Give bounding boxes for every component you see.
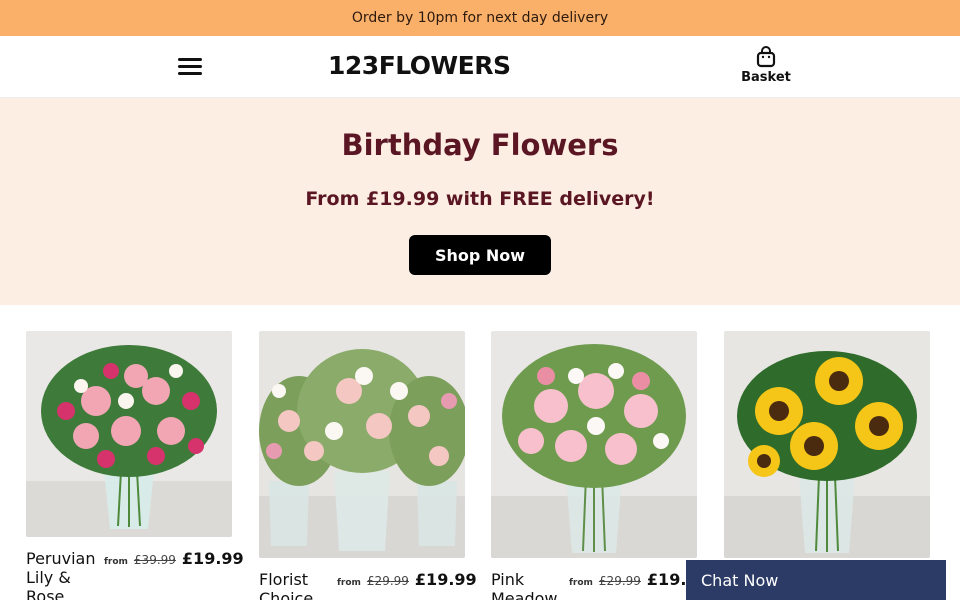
promo-text: Order by 10pm for next day delivery <box>351 10 609 26</box>
basket-button[interactable]: Basket <box>738 46 794 90</box>
chat-now-button[interactable]: Chat Now <box>686 560 946 600</box>
hero-banner: Birthday Flowers From £19.99 with FREE d… <box>0 98 960 305</box>
old-price: £39.99 <box>133 553 176 567</box>
product-name[interactable]: Pink Meadow <box>491 570 571 600</box>
site-header: 123 FLOWERS Basket <box>0 36 960 98</box>
hamburger-menu-icon[interactable] <box>178 56 204 78</box>
price-row: from £39.99 £19.99 <box>104 549 244 568</box>
shopping-bag-icon <box>756 46 776 68</box>
product-card[interactable]: Florist Choice from £29.99 £19.99 <box>259 305 477 600</box>
from-label: from <box>104 557 128 567</box>
product-image[interactable] <box>259 331 465 558</box>
current-price: £19.99 <box>181 549 244 568</box>
hero-title: Birthday Flowers <box>341 128 619 162</box>
from-label: from <box>569 578 593 588</box>
old-price: £29.99 <box>598 574 641 588</box>
logo-text: FLOWERS <box>378 50 511 80</box>
hero-subtitle: From £19.99 with FREE delivery! <box>305 188 655 210</box>
product-image[interactable] <box>724 331 930 558</box>
product-grid: Peruvian Lily & Rose from £39.99 £19.99 <box>0 305 960 600</box>
old-price: £29.99 <box>366 574 409 588</box>
chat-now-label: Chat Now <box>701 570 779 590</box>
price-row: from £29.99 £19.99 <box>337 570 477 589</box>
promo-bar: Order by 10pm for next day delivery <box>0 0 960 36</box>
product-card[interactable]: Peruvian Lily & Rose from £39.99 £19.99 <box>26 305 244 600</box>
logo-mark: 123 <box>328 50 379 80</box>
shop-now-button[interactable]: Shop Now <box>409 235 551 275</box>
product-name[interactable]: Peruvian Lily & Rose <box>26 549 106 600</box>
current-price: £19.99 <box>414 570 477 589</box>
site-logo[interactable]: 123 FLOWERS <box>328 50 511 80</box>
basket-label: Basket <box>741 70 791 85</box>
product-image[interactable] <box>26 331 232 537</box>
product-card[interactable]: Pink Meadow from £29.99 £19.99 <box>491 305 709 600</box>
product-name[interactable]: Florist Choice <box>259 570 339 600</box>
product-card[interactable] <box>724 305 930 600</box>
product-image[interactable] <box>491 331 697 558</box>
from-label: from <box>337 578 361 588</box>
